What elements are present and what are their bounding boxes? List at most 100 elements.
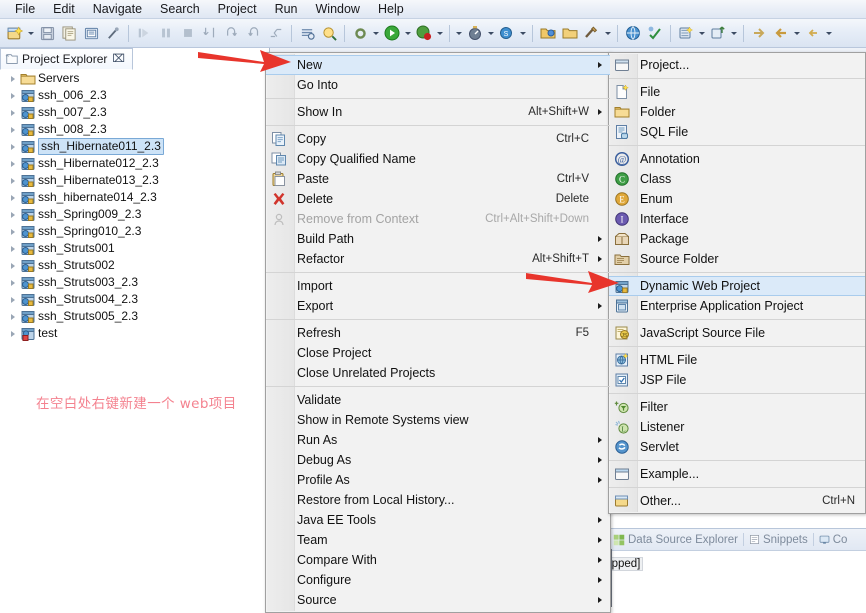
context-menu-item[interactable]: Restore from Local History...	[266, 490, 610, 510]
expand-arrow-icon[interactable]	[6, 76, 19, 82]
submenu-item[interactable]: L Listener	[609, 417, 865, 437]
previous-annotation-dropdown-arrow[interactable]	[824, 23, 833, 43]
step-return-icon[interactable]	[244, 23, 264, 43]
submenu-item[interactable]: Project...	[609, 55, 865, 75]
print-icon[interactable]	[81, 23, 101, 43]
expand-arrow-icon[interactable]	[6, 263, 19, 269]
new-server-icon[interactable]	[676, 23, 696, 43]
save-icon[interactable]	[37, 23, 57, 43]
tab-console[interactable]: Co	[814, 534, 853, 546]
extra-dropdown-arrow[interactable]	[454, 23, 463, 43]
debug-icon[interactable]	[414, 23, 434, 43]
open-type-icon[interactable]	[319, 23, 339, 43]
context-menu-item[interactable]: Delete Delete	[266, 189, 610, 209]
expand-arrow-icon[interactable]	[6, 314, 19, 320]
resume-icon[interactable]	[134, 23, 154, 43]
new-java-project-dropdown-arrow[interactable]	[603, 23, 612, 43]
tab-project-explorer[interactable]: Project Explorer ⌧	[0, 48, 133, 70]
toggle-breakpoint-icon[interactable]	[103, 23, 123, 43]
tree-item[interactable]: ssh_006_2.3	[0, 87, 269, 104]
project-tree[interactable]: Servers ssh_006_2.3 ssh_007_2.3 ssh_008_2.3…	[0, 70, 269, 610]
context-menu-item[interactable]: Configure	[266, 570, 610, 590]
drop-to-frame-icon[interactable]	[266, 23, 286, 43]
validate-icon[interactable]	[645, 23, 665, 43]
run-icon[interactable]	[382, 23, 402, 43]
submenu-item[interactable]: Example...	[609, 464, 865, 484]
run-dropdown-arrow[interactable]	[403, 23, 412, 43]
submenu-item[interactable]: File	[609, 82, 865, 102]
expand-arrow-icon[interactable]	[6, 178, 19, 184]
submenu-item[interactable]: @ Annotation	[609, 149, 865, 169]
debug-dropdown-arrow[interactable]	[435, 23, 444, 43]
new-submenu[interactable]: Project... File Folder SQL File @ Annotation C…	[608, 52, 866, 514]
terminate-icon[interactable]	[178, 23, 198, 43]
back-nav-icon[interactable]	[771, 23, 791, 43]
context-menu-item[interactable]: Validate	[266, 390, 610, 410]
context-menu[interactable]: New Go Into Show In Alt+Shift+W Copy Ctrl+C Co…	[265, 52, 611, 613]
context-menu-item[interactable]: Team	[266, 530, 610, 550]
menu-file[interactable]: File	[6, 0, 44, 18]
tree-item[interactable]: ssh_Spring009_2.3	[0, 206, 269, 223]
submenu-item[interactable]: Filter	[609, 397, 865, 417]
expand-arrow-icon[interactable]	[6, 110, 19, 116]
tree-item[interactable]: ssh_Hibernate012_2.3	[0, 155, 269, 172]
context-menu-item[interactable]: Run As	[266, 430, 610, 450]
expand-arrow-icon[interactable]	[6, 161, 19, 167]
menu-navigate[interactable]: Navigate	[84, 0, 151, 18]
new-wizard-dropdown-arrow[interactable]	[26, 23, 35, 43]
submenu-item[interactable]: E Enum	[609, 189, 865, 209]
coverage-icon[interactable]: S	[497, 23, 517, 43]
previous-annotation-icon[interactable]	[803, 23, 823, 43]
tab-data-source-explorer[interactable]: Data Source Explorer	[608, 534, 743, 546]
step-into-icon[interactable]	[200, 23, 220, 43]
new-java-project-icon[interactable]	[582, 23, 602, 43]
context-menu-item[interactable]: Compare With	[266, 550, 610, 570]
submenu-item[interactable]: SQL File	[609, 122, 865, 142]
new-server-dropdown-arrow[interactable]	[697, 23, 706, 43]
expand-arrow-icon[interactable]	[6, 93, 19, 99]
tree-item[interactable]: ssh_Struts003_2.3	[0, 274, 269, 291]
submenu-item[interactable]: Source Folder	[609, 249, 865, 269]
profile-dropdown-arrow[interactable]	[486, 23, 495, 43]
step-over-icon[interactable]	[222, 23, 242, 43]
new-wizard-icon[interactable]	[5, 23, 25, 43]
menu-edit[interactable]: Edit	[44, 0, 84, 18]
context-menu-item[interactable]: Close Unrelated Projects	[266, 363, 610, 383]
context-menu-item[interactable]: Close Project	[266, 343, 610, 363]
submenu-item[interactable]: JSP File	[609, 370, 865, 390]
tab-snippets[interactable]: Snippets	[744, 534, 813, 546]
context-menu-item[interactable]: Source	[266, 590, 610, 610]
menu-run[interactable]: Run	[266, 0, 307, 18]
submenu-item[interactable]: C Class	[609, 169, 865, 189]
context-menu-item[interactable]: New	[266, 55, 610, 75]
submenu-item[interactable]: Enterprise Application Project	[609, 296, 865, 316]
expand-arrow-icon[interactable]	[6, 297, 19, 303]
tree-item[interactable]: ssh_Struts001	[0, 240, 269, 257]
publish-icon[interactable]	[708, 23, 728, 43]
context-menu-item[interactable]: Copy Ctrl+C	[266, 129, 610, 149]
tree-item[interactable]: test	[0, 325, 269, 342]
save-all-icon[interactable]	[59, 23, 79, 43]
expand-arrow-icon[interactable]	[6, 280, 19, 286]
context-menu-item[interactable]: Remove from Context Ctrl+Alt+Shift+Down	[266, 209, 610, 229]
context-menu-item[interactable]: Build Path	[266, 229, 610, 249]
submenu-item[interactable]: Servlet	[609, 437, 865, 457]
tree-item[interactable]: ssh_Hibernate011_2.3	[0, 138, 269, 155]
tree-item[interactable]: ssh_Struts002	[0, 257, 269, 274]
external-tools-dropdown-arrow[interactable]	[371, 23, 380, 43]
expand-arrow-icon[interactable]	[6, 195, 19, 201]
context-menu-item[interactable]: Profile As	[266, 470, 610, 490]
context-menu-item[interactable]: Refactor Alt+Shift+T	[266, 249, 610, 269]
context-menu-item[interactable]: Java EE Tools	[266, 510, 610, 530]
back-nav-dropdown-arrow[interactable]	[792, 23, 801, 43]
open-project-icon[interactable]	[560, 23, 580, 43]
profile-icon[interactable]	[465, 23, 485, 43]
menu-project[interactable]: Project	[209, 0, 266, 18]
submenu-item[interactable]: Package	[609, 229, 865, 249]
context-menu-item[interactable]: Refresh F5	[266, 323, 610, 343]
submenu-item[interactable]: Dynamic Web Project	[609, 276, 865, 296]
expand-arrow-icon[interactable]	[6, 331, 19, 337]
tree-item[interactable]: ssh_008_2.3	[0, 121, 269, 138]
tree-item[interactable]: ssh_Struts005_2.3	[0, 308, 269, 325]
suspend-icon[interactable]	[156, 23, 176, 43]
